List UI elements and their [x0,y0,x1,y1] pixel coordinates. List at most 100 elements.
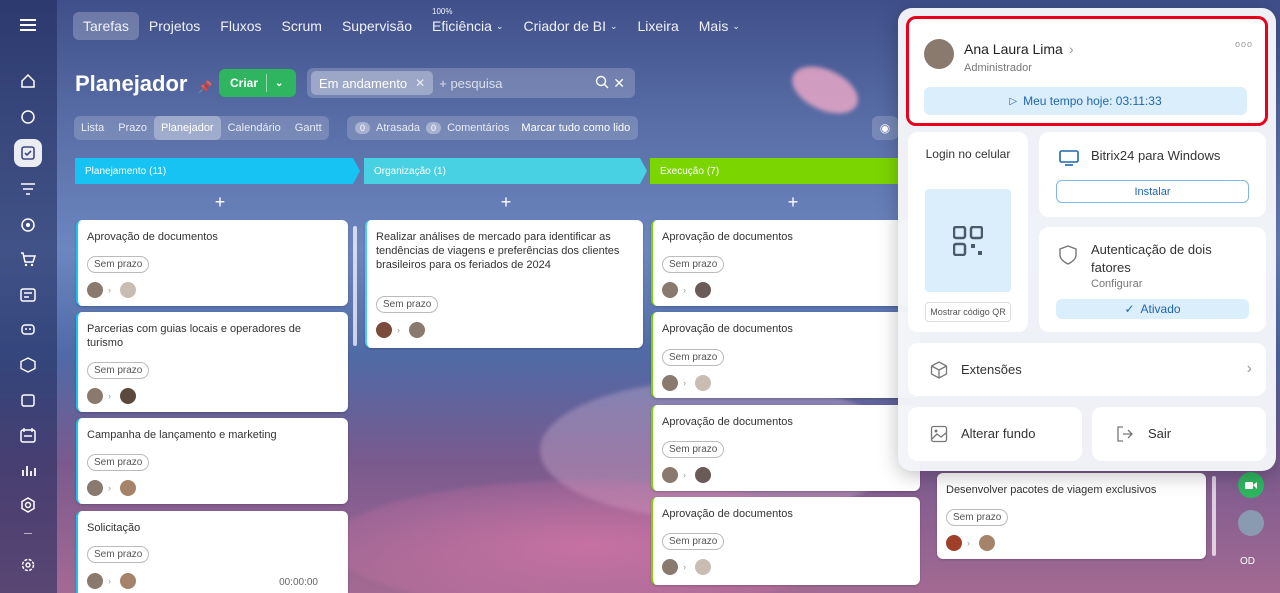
task-title[interactable]: Aprovação de documentos [87,230,338,244]
show-qr-button[interactable]: Mostrar código QR [925,302,1011,322]
mark-all-read-link[interactable]: Marcar tudo como lido [521,122,630,134]
task-title[interactable]: Aprovação de documentos [662,230,910,244]
task-title[interactable]: Parcerias com guias locais e operadores … [87,322,338,350]
nav-tab-mais[interactable]: Mais ⌄ [689,12,750,40]
robot-settings-icon[interactable]: ◉ [872,116,898,140]
home-icon[interactable] [14,67,42,95]
filter-chip[interactable]: Em andamento ✕ [311,71,434,95]
add-task-button[interactable]: + [210,192,230,213]
avatar[interactable] [662,467,678,483]
task-card[interactable]: Campanha de lançamento e marketing Sem p… [76,418,348,504]
task-title[interactable]: Solicitação [87,521,338,535]
task-card[interactable]: Aprovação de documentos Sem prazo › [76,220,348,306]
user-initials[interactable]: OD [1240,556,1255,567]
nav-tab-projetos[interactable]: Projetos [139,12,210,40]
avatar[interactable] [1238,510,1264,536]
change-background-button[interactable]: Alterar fundo [908,407,1082,461]
deadline-badge[interactable]: Sem prazo [87,454,150,471]
add-task-button[interactable]: + [496,192,516,213]
view-tab-planejador[interactable]: Planejador [154,116,221,140]
nav-tab-supervisao[interactable]: Supervisão [332,12,422,40]
task-card[interactable]: Solicitação Sem prazo › 00:00:00 [76,511,348,593]
avatar[interactable] [695,375,711,391]
avatar[interactable] [376,322,392,338]
chevron-down-icon[interactable]: ⌄ [275,78,283,89]
extensions-row[interactable]: Extensões › [908,343,1266,396]
column-scrollbar[interactable] [1212,476,1216,556]
view-tab-gantt[interactable]: Gantt [288,116,329,140]
avatar[interactable] [87,573,103,589]
avatar[interactable] [120,480,136,496]
avatar[interactable] [662,559,678,575]
avatar[interactable] [120,388,136,404]
video-call-icon[interactable] [1238,472,1264,498]
clear-search-icon[interactable]: ✕ [613,75,625,92]
column-scrollbar[interactable] [353,226,357,346]
target-icon[interactable] [14,211,42,239]
contact-card-icon[interactable] [14,281,42,309]
deadline-badge[interactable]: Sem prazo [87,362,150,379]
avatar[interactable] [87,282,103,298]
robot-icon[interactable] [14,315,42,343]
deadline-badge[interactable]: Sem prazo [946,509,1009,526]
create-button[interactable]: Criar ⌄ [219,69,296,97]
avatar[interactable] [662,282,678,298]
overdue-label[interactable]: Atrasada [376,122,420,134]
search-input[interactable]: + pesquisa [439,76,595,91]
search-icon[interactable] [595,75,609,92]
avatar[interactable] [695,467,711,483]
deadline-badge[interactable]: Sem prazo [662,256,725,273]
menu-icon[interactable] [14,11,42,39]
feed-icon[interactable] [14,103,42,131]
qr-code-icon[interactable] [925,189,1011,292]
box-icon[interactable] [14,351,42,379]
task-card[interactable]: Aprovação de documentos Sem prazo › [651,497,920,585]
avatar[interactable] [695,282,711,298]
chevron-right-icon[interactable]: › [1069,41,1074,57]
column-header-execucao[interactable]: Execução (7) [650,158,900,184]
avatar[interactable] [924,39,954,69]
task-title[interactable]: Campanha de lançamento e marketing [87,428,338,442]
pin-icon[interactable]: 📌 [198,80,213,94]
task-title[interactable]: Aprovação de documentos [662,322,910,336]
cart-icon[interactable] [14,245,42,273]
logout-button[interactable]: Sair [1092,407,1266,461]
task-card[interactable]: Desenvolver pacotes de viagem exclusivos… [937,473,1206,559]
deadline-badge[interactable]: Sem prazo [87,256,150,273]
avatar[interactable] [87,388,103,404]
nav-tab-criador-bi[interactable]: Criador de BI ⌄ [513,12,627,40]
column-header-planejamento[interactable]: Planejamento (11) [75,158,360,184]
nav-tab-lixeira[interactable]: Lixeira [628,12,689,40]
avatar[interactable] [662,375,678,391]
tasks-icon[interactable] [14,139,42,167]
building-icon[interactable] [14,386,42,414]
funnel-icon[interactable] [14,175,42,203]
deadline-badge[interactable]: Sem prazo [87,546,150,563]
view-tab-prazo[interactable]: Prazo [111,116,154,140]
nav-tab-eficiencia[interactable]: 100% Eficiência ⌄ [422,7,513,40]
deadline-badge[interactable]: Sem prazo [662,441,725,458]
avatar[interactable] [695,559,711,575]
task-card[interactable]: Aprovação de documentos Sem prazo › [651,405,920,491]
task-title[interactable]: Aprovação de documentos [662,415,910,429]
task-title[interactable]: Aprovação de documentos [662,507,910,521]
two-factor-configure-link[interactable]: Configurar [1091,278,1142,290]
analytics-icon[interactable] [14,456,42,484]
nav-tab-scrum[interactable]: Scrum [272,12,332,40]
avatar[interactable] [946,535,962,551]
task-title[interactable]: Desenvolver pacotes de viagem exclusivos [946,483,1196,497]
close-icon[interactable]: ✕ [415,76,425,90]
column-header-organizacao[interactable]: Organização (1) [364,158,647,184]
two-factor-status-button[interactable]: ✓ Ativado [1056,299,1249,319]
hexagon-icon[interactable] [14,491,42,519]
search-bar[interactable]: Em andamento ✕ + pesquisa ✕ [307,68,635,98]
nav-tab-tarefas[interactable]: Tarefas [73,12,139,40]
settings-icon[interactable] [14,551,42,579]
task-card[interactable]: Realizar análises de mercado para identi… [365,220,643,348]
view-tab-calendario[interactable]: Calendário [221,116,288,140]
task-card[interactable]: Aprovação de documentos Sem prazo › [651,220,920,306]
nav-tab-fluxos[interactable]: Fluxos [210,12,271,40]
add-task-button[interactable]: + [783,192,803,213]
deadline-badge[interactable]: Sem prazo [662,533,725,550]
profile-name[interactable]: Ana Laura Lima [964,41,1063,57]
